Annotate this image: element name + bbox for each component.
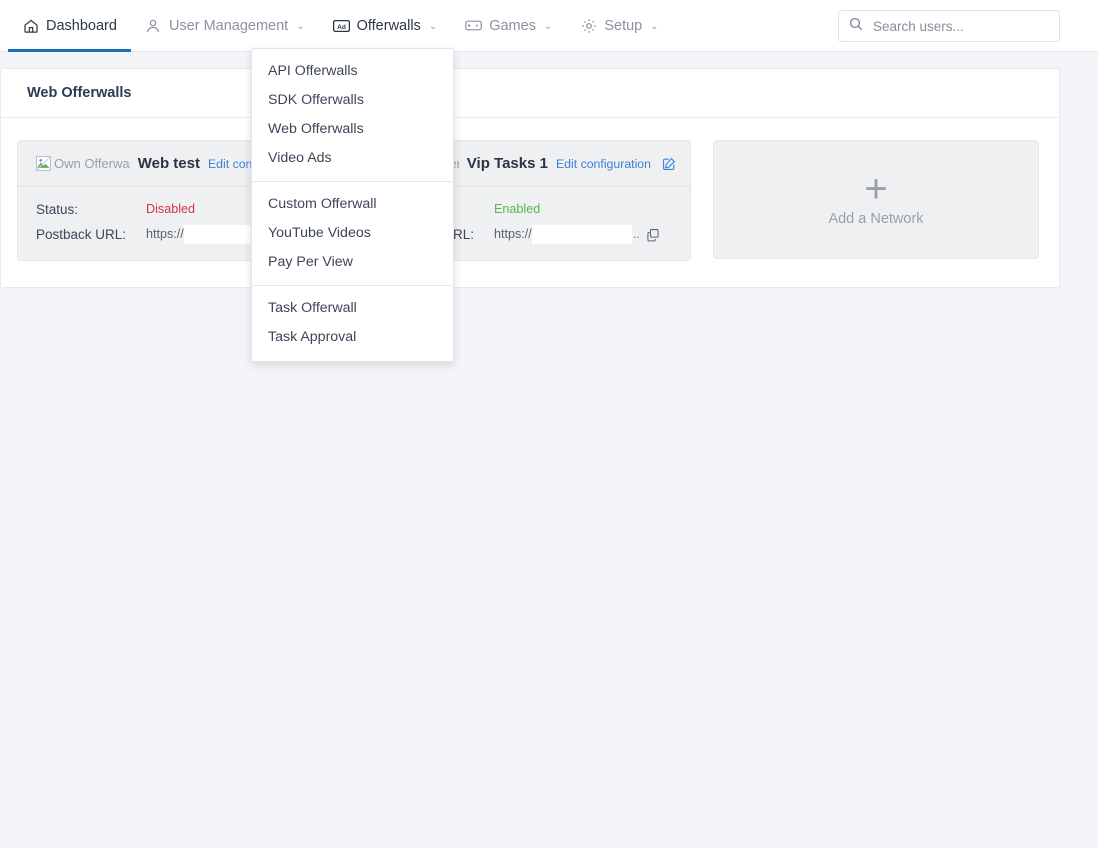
search-box[interactable] <box>838 10 1060 42</box>
status-row: Enabled <box>494 200 660 219</box>
web-offerwalls-panel: Web Offerwalls Own Offerwall Web test Ed… <box>0 68 1060 288</box>
networks-list: Own Offerwall Web test Edit configuratio… <box>1 118 1059 287</box>
nav-item-label: Games <box>489 17 536 34</box>
offerwalls-dropdown-menu: API Offerwalls SDK Offerwalls Web Offerw… <box>251 48 454 362</box>
copy-icon[interactable] <box>646 228 660 242</box>
menu-item-youtube-videos[interactable]: YouTube Videos <box>252 219 453 248</box>
gear-icon <box>580 17 597 34</box>
nav-item-label: Dashboard <box>46 17 117 34</box>
url-protocol: https:// <box>494 227 532 241</box>
status-badge: Disabled <box>146 202 196 216</box>
gamepad-icon <box>465 17 483 34</box>
network-name: Web test <box>137 155 200 172</box>
panel-header: Web Offerwalls <box>1 69 1059 118</box>
edit-configuration-link[interactable]: Edit configuration <box>556 157 651 171</box>
chevron-down-icon: ⌄ <box>428 20 438 32</box>
ad-badge-icon: Ad <box>332 17 350 34</box>
menu-divider <box>252 285 453 286</box>
network-logo-alt-text: Own Offerwall <box>54 156 130 171</box>
nav-item-offerwalls[interactable]: Ad Offerwalls ⌄ <box>319 0 452 52</box>
network-name: Vip Tasks 1 <box>466 155 548 172</box>
postback-url-row: https:// .. <box>494 225 660 244</box>
nav-item-label: Offerwalls <box>356 17 421 34</box>
menu-item-task-approval[interactable]: Task Approval <box>252 323 453 352</box>
page-title: Web Offerwalls <box>27 85 132 101</box>
svg-text:Ad: Ad <box>337 23 346 30</box>
network-logo-broken-image: Own Offerwall <box>36 156 130 171</box>
menu-item-sdk-offerwalls[interactable]: SDK Offerwalls <box>252 86 453 115</box>
postback-url-label: Postback URL: <box>36 227 127 242</box>
menu-item-pay-per-view[interactable]: Pay Per View <box>252 248 453 277</box>
nav-item-games[interactable]: Games ⌄ <box>451 0 566 52</box>
nav-item-user-management[interactable]: User Management ⌄ <box>131 0 319 52</box>
add-network-button[interactable]: + Add a Network <box>713 140 1039 259</box>
broken-image-icon <box>36 156 51 171</box>
nav-item-dashboard[interactable]: Dashboard <box>8 0 131 52</box>
menu-item-task-offerwall[interactable]: Task Offerwall <box>252 294 453 323</box>
nav-item-setup[interactable]: Setup ⌄ <box>566 0 672 52</box>
pencil-square-icon[interactable] <box>662 157 676 171</box>
url-ellipsis: .. <box>632 227 640 241</box>
plus-icon: + <box>864 166 888 211</box>
search-input[interactable] <box>873 18 1049 34</box>
field-labels: Status: Postback URL: <box>36 200 128 244</box>
chevron-down-icon: ⌄ <box>543 20 553 32</box>
nav-items: Dashboard User Management ⌄ Ad Offerwall… <box>8 0 673 52</box>
url-protocol: https:// <box>146 227 184 241</box>
menu-item-custom-offerwall[interactable]: Custom Offerwall <box>252 190 453 219</box>
search-icon <box>849 17 863 36</box>
nav-item-label: Setup <box>604 17 643 34</box>
field-values: Enabled https:// .. <box>494 200 660 244</box>
postback-url-input[interactable] <box>531 225 632 244</box>
chevron-down-icon: ⌄ <box>650 20 659 32</box>
menu-item-api-offerwalls[interactable]: API Offerwalls <box>252 57 453 86</box>
menu-item-video-ads[interactable]: Video Ads <box>252 144 453 173</box>
menu-divider <box>252 181 453 182</box>
add-network-label: Add a Network <box>828 210 924 227</box>
menu-item-web-offerwalls[interactable]: Web Offerwalls <box>252 115 453 144</box>
status-label: Status: <box>36 202 79 217</box>
top-navbar: Dashboard User Management ⌄ Ad Offerwall… <box>0 0 1098 52</box>
nav-item-label: User Management <box>168 17 289 34</box>
home-icon <box>22 17 39 34</box>
user-icon <box>145 17 162 34</box>
chevron-down-icon: ⌄ <box>296 20 305 32</box>
status-badge: Enabled <box>494 202 541 216</box>
